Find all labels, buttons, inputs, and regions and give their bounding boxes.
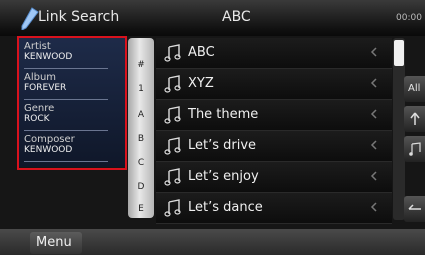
scroll-up-button[interactable] [404,106,425,132]
chevron-left-icon [370,78,377,88]
alpha-index-item[interactable]: B [128,134,154,144]
highlight-frame [17,36,127,170]
song-list: ABC XYZ The theme Let’s drive Let’s enjo… [156,38,392,228]
music-button[interactable] [404,136,425,162]
screen-title: Link Search [38,9,120,25]
music-note-icon [164,137,181,155]
music-note-icon [164,106,181,124]
list-item[interactable]: The theme [156,100,392,131]
return-icon [408,204,421,210]
alpha-index-item[interactable]: A [128,110,154,120]
list-item-label: Let’s drive [188,138,257,153]
music-note-icon [164,44,181,62]
search-icon [21,7,39,30]
chevron-left-icon [370,47,377,57]
alphabet-index[interactable]: # 1 A B C D E [128,38,154,218]
scrollbar-thumb[interactable] [394,40,404,66]
chevron-left-icon [370,140,377,150]
top-bar: Link Search ABC 00:00 [0,0,425,36]
chevron-left-icon [370,202,377,212]
chevron-left-icon [370,171,377,181]
list-item[interactable]: Let’s enjoy [156,162,392,193]
alpha-index-item[interactable]: 1 [128,84,154,94]
music-note-icon [164,168,181,186]
scroll-up-icon [410,112,420,125]
list-item[interactable]: ABC [156,38,392,69]
music-note-icon [164,75,181,93]
clock: 00:00 [396,13,422,23]
list-item-label: Let’s dance [188,200,263,215]
alpha-index-item[interactable]: C [128,158,154,168]
list-item[interactable]: XYZ [156,69,392,100]
list-item[interactable]: Let’s dance [156,193,392,224]
alpha-index-item[interactable]: E [128,204,154,214]
return-button[interactable] [404,196,425,222]
menu-button-label: Menu [36,235,72,250]
all-button-label: All [408,83,421,94]
selected-item-title: ABC [222,9,251,25]
menu-button[interactable]: Menu [30,232,82,254]
list-item-label: Let’s enjoy [188,169,259,184]
screen: Link Search ABC 00:00 Artist KENWOOD Alb… [0,0,425,255]
music-icon [409,142,421,156]
list-item-label: ABC [188,45,215,60]
music-note-icon [164,199,181,217]
list-item[interactable]: Let’s drive [156,131,392,162]
list-item-label: XYZ [188,76,214,91]
list-item-label: The theme [188,107,259,122]
chevron-left-icon [370,109,377,119]
alpha-index-item[interactable]: D [128,182,154,192]
alpha-index-item[interactable]: # [128,60,154,70]
